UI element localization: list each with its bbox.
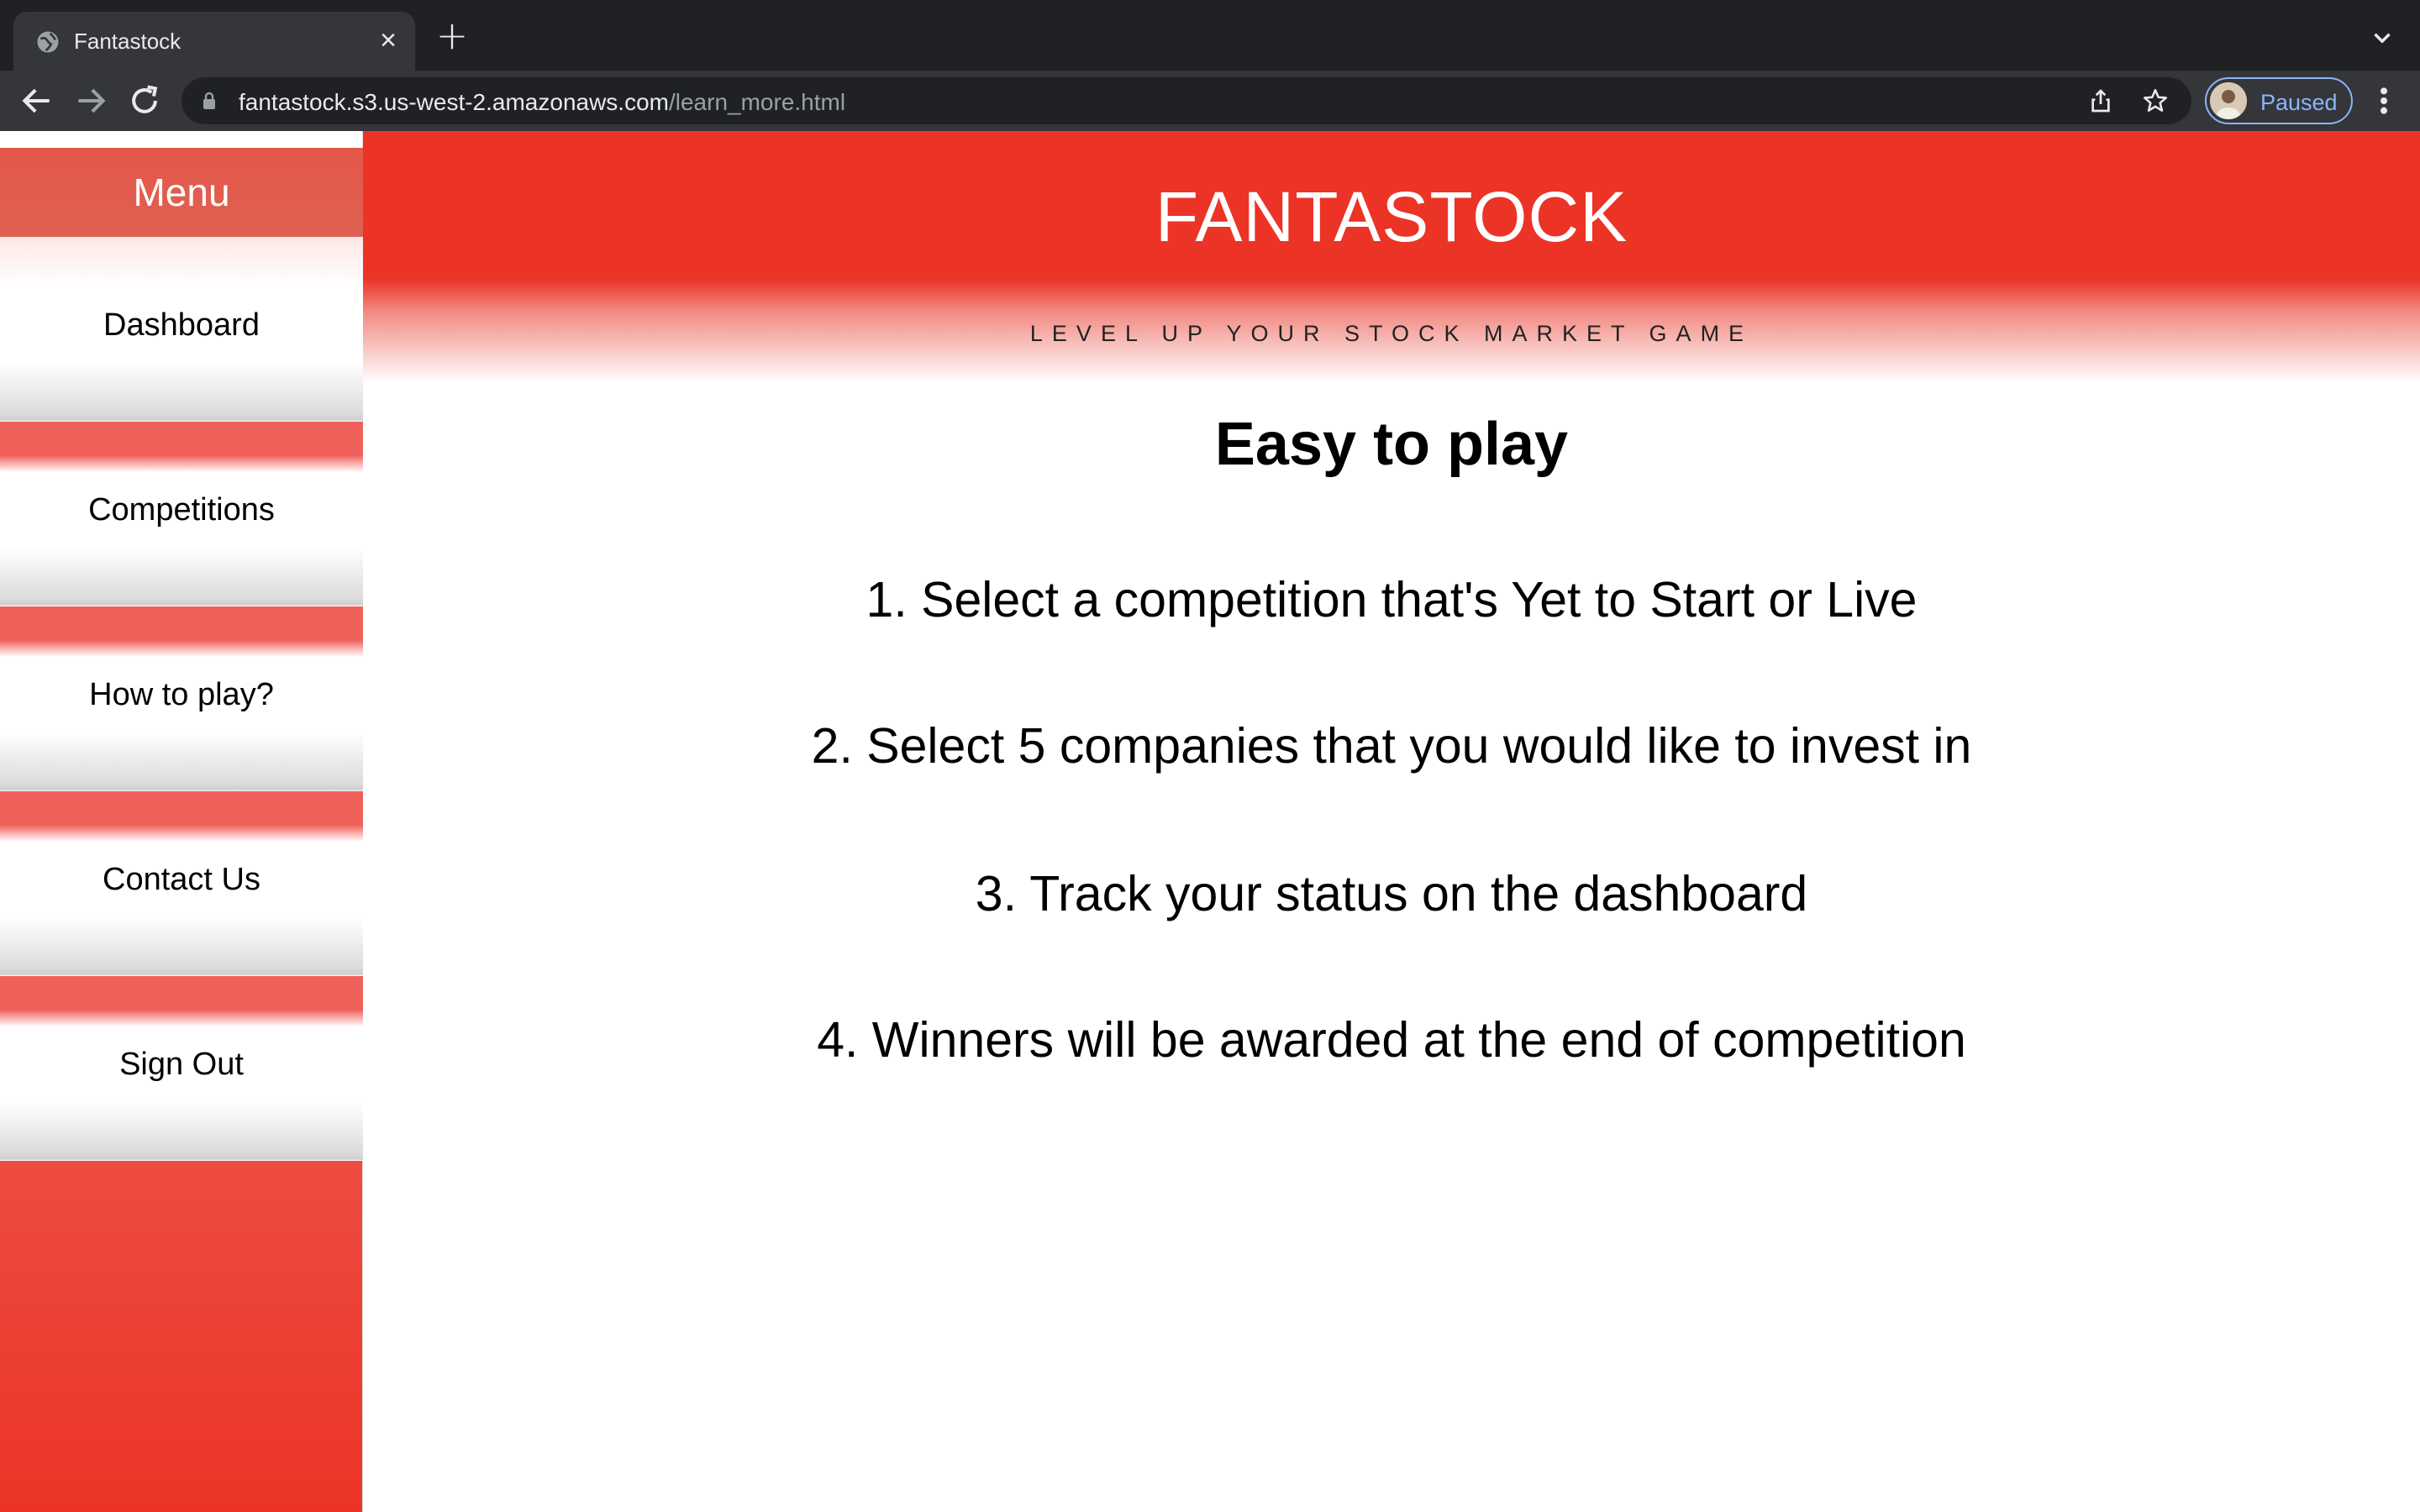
address-bar[interactable]: fantastock.s3.us-west-2.amazonaws.com/le… [182,77,2191,124]
sidebar-item-sign-out[interactable]: Sign Out [0,976,363,1161]
step-1: 1. Select a competition that's Yet to St… [865,572,1918,627]
plus-icon[interactable]: + [435,16,469,55]
main-content: FANTASTOCK LEVEL UP YOUR STOCK MARKET GA… [363,131,2420,1512]
step-2: 2. Select 5 companies that you would lik… [811,718,1972,774]
page: Menu Dashboard Competitions How to play?… [0,131,2420,1512]
browser-tabstrip: Fantastock × + [0,0,2420,71]
step-3: 3. Track your status on the dashboard [975,866,1808,921]
sidebar-item-label: Dashboard [103,307,260,343]
chevron-down-icon[interactable] [2368,24,2396,52]
globe-icon [37,31,59,53]
sidebar-item-label: Contact Us [103,862,260,897]
tagline: LEVEL UP YOUR STOCK MARKET GAME [1029,321,1754,346]
browser-tab[interactable]: Fantastock × [13,12,415,71]
url-host: fantastock.s3.us-west-2.amazonaws.com [239,89,669,115]
reload-icon[interactable] [126,82,163,119]
profile-button[interactable]: Paused [2205,77,2353,124]
kebab-menu-icon[interactable] [2371,84,2396,118]
sidebar: Menu Dashboard Competitions How to play?… [0,131,363,1512]
sidebar-item-how-to-play[interactable]: How to play? [0,606,363,791]
share-icon[interactable] [2087,87,2114,114]
step-4: 4. Winners will be awarded at the end of… [817,1012,1966,1068]
avatar [2210,82,2247,119]
profile-status: Paused [2260,90,2338,115]
sidebar-item-contact-us[interactable]: Contact Us [0,791,363,976]
forward-arrow-icon[interactable] [72,82,109,119]
star-icon[interactable] [2141,87,2170,115]
menu-header: Menu [0,148,363,237]
sidebar-item-label: How to play? [89,677,274,712]
sidebar-item-label: Competitions [88,492,275,528]
url-text: fantastock.s3.us-west-2.amazonaws.com/le… [239,89,845,116]
browser-toolbar: fantastock.s3.us-west-2.amazonaws.com/le… [0,71,2420,131]
sidebar-item-competitions[interactable]: Competitions [0,422,363,606]
sidebar-item-label: Sign Out [119,1047,244,1082]
close-icon[interactable]: × [373,25,403,55]
page-title: Easy to play [1214,411,1569,478]
back-arrow-icon[interactable] [18,82,55,119]
lock-icon[interactable] [200,91,218,111]
url-path: /learn_more.html [668,89,846,115]
hero-banner: FANTASTOCK LEVEL UP YOUR STOCK MARKET GA… [363,131,2420,383]
tab-title: Fantastock [74,29,182,54]
sidebar-item-dashboard[interactable]: Dashboard [0,237,363,422]
brand-title: FANTASTOCK [1155,177,1628,256]
